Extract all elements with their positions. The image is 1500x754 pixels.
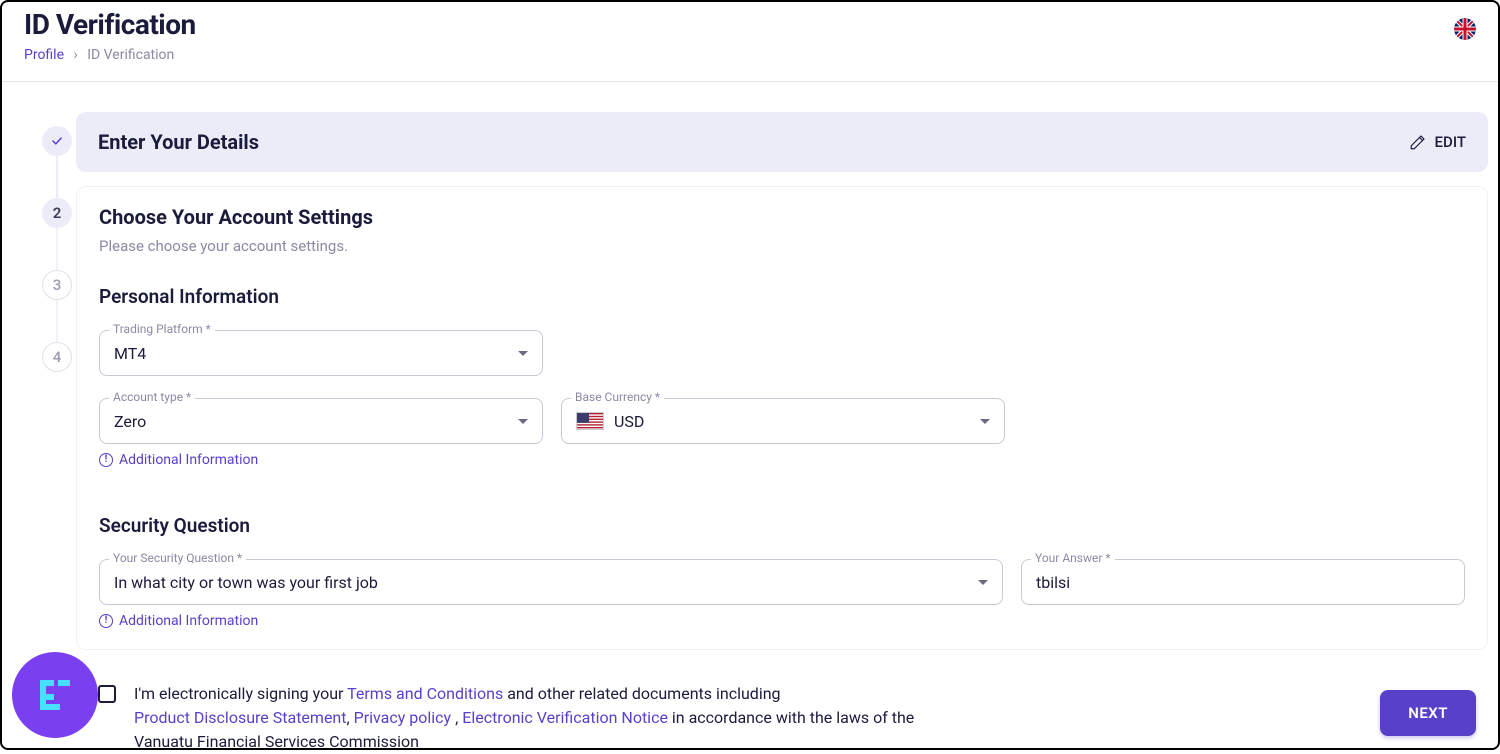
- breadcrumb-separator: ›: [74, 47, 78, 63]
- section-security-question: Security Question: [99, 514, 1465, 537]
- info-icon: !: [99, 453, 113, 467]
- page-header: ID Verification Profile › ID Verificatio…: [2, 2, 1498, 63]
- base-currency-label: Base Currency *: [571, 390, 664, 404]
- check-icon: [50, 134, 64, 148]
- language-flag-uk-icon[interactable]: [1454, 18, 1476, 40]
- step-2-active: 2: [42, 198, 72, 228]
- step-4: 4: [42, 342, 72, 372]
- security-question-field: Your Security Question * In what city or…: [99, 559, 1003, 629]
- breadcrumb-profile-link[interactable]: Profile: [24, 47, 64, 63]
- security-question-value: In what city or town was your first job: [114, 573, 378, 592]
- step-connector: [56, 156, 58, 198]
- brand-logo-icon: [30, 670, 80, 720]
- info-label: Additional Information: [119, 452, 258, 468]
- trading-platform-select[interactable]: MT4: [99, 330, 543, 376]
- your-answer-input[interactable]: [1036, 573, 1450, 592]
- flag-us-icon: [576, 412, 604, 430]
- your-answer-label: Your Answer *: [1031, 551, 1115, 565]
- edit-button[interactable]: EDIT: [1409, 133, 1466, 151]
- account-type-select[interactable]: Zero: [99, 398, 543, 444]
- edit-label: EDIT: [1435, 133, 1466, 151]
- step-connector: [56, 300, 58, 342]
- account-type-info-link[interactable]: ! Additional Information: [99, 452, 543, 468]
- step-connector: [56, 228, 58, 270]
- trading-platform-label: Trading Platform *: [109, 322, 215, 336]
- base-currency-value: USD: [614, 412, 644, 431]
- step1-summary-card: Enter Your Details EDIT: [76, 112, 1488, 172]
- step-1-done: [42, 126, 72, 156]
- step2-card: Choose Your Account Settings Please choo…: [76, 186, 1488, 650]
- section-personal-info: Personal Information: [99, 285, 1465, 308]
- terms-and-conditions-link[interactable]: Terms and Conditions: [347, 684, 503, 703]
- chevron-down-icon: [978, 580, 988, 585]
- next-button[interactable]: NEXT: [1380, 690, 1476, 736]
- breadcrumb: Profile › ID Verification: [24, 47, 196, 63]
- step2-subtitle: Please choose your account settings.: [99, 237, 1465, 255]
- base-currency-select[interactable]: USD: [561, 398, 1005, 444]
- step1-title: Enter Your Details: [98, 130, 259, 154]
- consent-row: I'm electronically signing your Terms an…: [98, 682, 1466, 754]
- step-3: 3: [42, 270, 72, 300]
- your-answer-input-wrapper: [1021, 559, 1465, 605]
- consent-text: I'm electronically signing your Terms an…: [134, 682, 914, 754]
- chevron-down-icon: [980, 419, 990, 424]
- trading-platform-value: MT4: [114, 344, 146, 363]
- security-question-label: Your Security Question *: [109, 551, 246, 565]
- breadcrumb-current: ID Verification: [87, 47, 174, 63]
- account-type-label: Account type *: [109, 390, 195, 404]
- product-disclosure-link[interactable]: Product Disclosure Statement: [134, 708, 347, 727]
- account-type-field: Account type * Zero ! Additional Informa…: [99, 398, 543, 468]
- security-question-select[interactable]: In what city or town was your first job: [99, 559, 1003, 605]
- page-title: ID Verification: [24, 8, 196, 41]
- security-question-info-link[interactable]: ! Additional Information: [99, 613, 1003, 629]
- pencil-icon: [1409, 133, 1427, 151]
- chevron-down-icon: [518, 419, 528, 424]
- account-type-value: Zero: [114, 412, 146, 431]
- brand-logo-badge[interactable]: [12, 652, 98, 738]
- consent-checkbox[interactable]: [98, 685, 116, 703]
- trading-platform-field: Trading Platform * MT4: [99, 330, 543, 376]
- privacy-policy-link[interactable]: Privacy policy: [354, 708, 452, 727]
- step2-title: Choose Your Account Settings: [99, 205, 1465, 229]
- base-currency-field: Base Currency * USD: [561, 398, 1005, 468]
- info-icon: !: [99, 614, 113, 628]
- chevron-down-icon: [518, 351, 528, 356]
- electronic-verification-link[interactable]: Electronic Verification Notice: [462, 708, 668, 727]
- info-label: Additional Information: [119, 613, 258, 629]
- your-answer-field: Your Answer *: [1021, 559, 1465, 629]
